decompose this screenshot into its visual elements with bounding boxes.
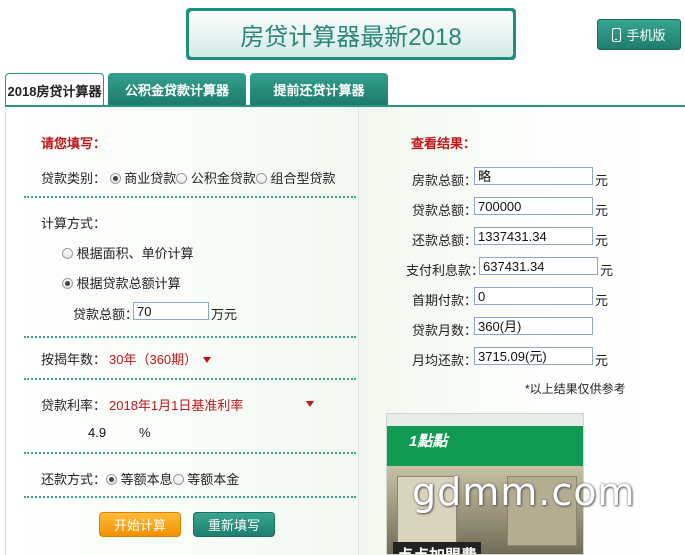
loan-amount-value[interactable]: 700000 bbox=[474, 197, 593, 215]
repay-equal-installment-label: 等额本息 bbox=[120, 472, 173, 487]
loan-months-value[interactable]: 360(月) bbox=[474, 317, 593, 335]
ad-caption: 点点加盟费 bbox=[393, 542, 482, 554]
calc-by-area-radio[interactable] bbox=[62, 248, 73, 259]
mobile-version-button[interactable]: 手机版 bbox=[597, 19, 681, 50]
loan-type-row: 贷款类别： 商业贷款 公积金贷款 组合型贷款 bbox=[41, 168, 336, 187]
loan-total-unit: 万元 bbox=[211, 307, 238, 322]
repay-equal-principal-label: 等额本金 bbox=[187, 472, 240, 487]
chevron-down-icon bbox=[203, 357, 212, 363]
monthly-payment-label: 月均还款： bbox=[412, 353, 478, 368]
ad-logo: 1點點 bbox=[409, 433, 448, 450]
monthly-payment-unit: 元 bbox=[595, 353, 609, 368]
down-payment-unit: 元 bbox=[595, 293, 609, 308]
repay-method-label: 还款方式： bbox=[41, 472, 107, 487]
start-calculation-button[interactable]: 开始计算 bbox=[99, 512, 181, 537]
repay-equal-principal-radio[interactable] bbox=[172, 474, 184, 485]
loan-type-commercial-label: 商业贷款 bbox=[124, 171, 177, 186]
site-watermark: gdmm.com bbox=[412, 470, 636, 514]
page-title: 房贷计算器最新2018 bbox=[189, 11, 513, 57]
loan-amount-unit: 元 bbox=[595, 203, 609, 218]
repay-equal-installment-radio[interactable] bbox=[106, 474, 118, 485]
reset-form-button[interactable]: 重新填写 bbox=[193, 512, 275, 537]
loan-total-label: 贷款总额： bbox=[73, 307, 139, 322]
form-section-title: 请您填写： bbox=[41, 136, 107, 151]
repay-method-row: 还款方式： 等额本息 等额本金 bbox=[41, 469, 239, 488]
down-payment-label: 首期付款： bbox=[412, 293, 478, 308]
rate-unit: % bbox=[139, 425, 151, 440]
house-total-label: 房款总额： bbox=[412, 173, 478, 188]
loan-type-combined-radio[interactable] bbox=[255, 173, 267, 184]
monthly-payment-value[interactable]: 3715.09(元) bbox=[474, 347, 593, 365]
divider bbox=[24, 378, 356, 380]
loan-months-label: 贷款月数： bbox=[412, 323, 478, 338]
house-total-value[interactable]: 略 bbox=[474, 167, 593, 185]
divider bbox=[24, 336, 356, 338]
tab-prepayment-calculator[interactable]: 提前还贷计算器 bbox=[250, 73, 388, 106]
results-disclaimer: *以上结果仅供参考 bbox=[525, 382, 626, 396]
rate-label: 贷款利率： bbox=[41, 398, 107, 413]
loan-amount-label: 贷款总额： bbox=[412, 203, 478, 218]
phone-icon bbox=[612, 27, 622, 42]
repay-total-unit: 元 bbox=[595, 233, 609, 248]
results-section-title: 查看结果： bbox=[411, 136, 477, 151]
divider bbox=[24, 196, 356, 198]
loan-type-commercial-radio[interactable] bbox=[109, 173, 121, 184]
divider bbox=[24, 452, 356, 454]
loan-type-combined-label: 组合型贷款 bbox=[270, 171, 336, 186]
calc-method-total-row: 根据贷款总额计算 bbox=[62, 273, 181, 292]
input-form-panel: 请您填写： 贷款类别： 商业贷款 公积金贷款 组合型贷款 计算方式： 根据面积、… bbox=[5, 107, 358, 555]
calc-by-total-label: 根据贷款总额计算 bbox=[76, 276, 181, 291]
tab-mortgage-calculator[interactable]: 2018房贷计算器 bbox=[5, 73, 104, 106]
loan-type-provident-radio[interactable] bbox=[176, 173, 188, 184]
loan-type-provident-label: 公积金贷款 bbox=[190, 171, 256, 186]
interest-label: 支付利息款： bbox=[406, 263, 485, 278]
repay-total-label: 还款总额： bbox=[412, 233, 478, 248]
loan-total-input[interactable]: 70 bbox=[133, 302, 209, 320]
divider bbox=[24, 496, 356, 498]
calculator-tabs: 2018房贷计算器 公积金贷款计算器 提前还贷计算器 bbox=[5, 73, 388, 106]
calc-by-total-radio[interactable] bbox=[62, 278, 73, 289]
interest-value[interactable]: 637431.34 bbox=[479, 257, 598, 275]
rate-select[interactable]: 2018年1月1日基准利率 bbox=[109, 395, 314, 414]
mobile-version-label: 手机版 bbox=[626, 28, 666, 43]
calc-method-area-row: 根据面积、单价计算 bbox=[62, 243, 194, 262]
term-select-value: 30年（360期） bbox=[109, 352, 198, 367]
term-label: 按揭年数： bbox=[41, 352, 107, 367]
rate-select-value: 2018年1月1日基准利率 bbox=[109, 398, 244, 413]
calc-by-area-label: 根据面积、单价计算 bbox=[76, 246, 194, 261]
term-select[interactable]: 30年（360期） bbox=[109, 349, 212, 368]
calc-method-label: 计算方式： bbox=[41, 216, 107, 231]
repay-total-value[interactable]: 1337431.34 bbox=[474, 227, 593, 245]
rate-input[interactable]: 4.9 bbox=[84, 423, 136, 441]
page-header: 房贷计算器最新2018 bbox=[186, 8, 516, 60]
house-total-unit: 元 bbox=[595, 173, 609, 188]
down-payment-value[interactable]: 0 bbox=[474, 287, 593, 305]
interest-unit: 元 bbox=[600, 263, 614, 278]
tab-provident-fund-calculator[interactable]: 公积金贷款计算器 bbox=[108, 73, 246, 106]
chevron-down-icon bbox=[306, 401, 314, 407]
loan-type-label: 贷款类别： bbox=[41, 171, 107, 186]
